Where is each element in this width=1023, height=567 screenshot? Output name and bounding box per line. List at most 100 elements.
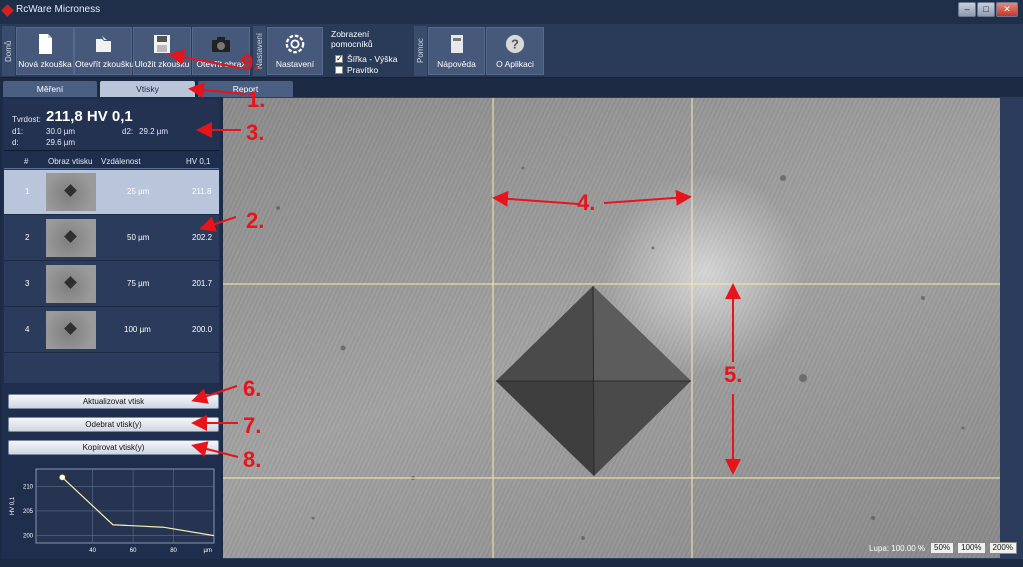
col-header-hv[interactable]: HV 0,1 [186, 157, 210, 166]
svg-text:?: ? [511, 37, 519, 52]
ruler-checkbox[interactable]: Pravítko [335, 64, 411, 75]
checkbox-unchecked-icon [335, 65, 343, 74]
col-header-image[interactable]: Obraz vtisku [48, 157, 92, 166]
hardness-chart-svg: 40 60 80 200 205 210 HV 0,1 µm [10, 468, 215, 554]
settings-label: Nastavení [275, 59, 315, 69]
save-disk-icon [154, 35, 170, 53]
save-test-label: Uložit zkoušku [134, 59, 190, 69]
row-hv: 211.8 [192, 187, 212, 196]
col-header-number[interactable]: # [24, 157, 28, 166]
ribbon-group-home[interactable]: Domů [2, 26, 15, 76]
new-test-label: Nová zkouška [18, 59, 72, 69]
chart-y-tick-label: 200 [23, 534, 34, 540]
window-title: RcWare Microness [16, 4, 101, 15]
width-height-label: Šířka - Výška [347, 53, 398, 64]
chart-selected-point [59, 474, 66, 481]
tab-indents[interactable]: Vtisky [100, 81, 195, 97]
open-test-button[interactable]: Otevřít zkoušku [74, 27, 135, 75]
row-number: 2 [25, 233, 30, 242]
hardness-value: 211,8 HV 0,1 [46, 108, 133, 125]
micrograph-overlay [223, 98, 1000, 558]
callout-5: 5. [724, 362, 743, 387]
new-document-icon [39, 34, 52, 54]
callout-8: 8. [243, 447, 262, 472]
indent-thumbnail [46, 219, 96, 257]
width-height-checkbox[interactable]: ✓ Šířka - Výška [335, 53, 411, 64]
row-number: 1 [25, 187, 30, 196]
helpers-title: Zobrazení pomocníků [331, 29, 373, 49]
indent-thumbnail [46, 265, 96, 303]
open-test-label: Otevřít zkoušku [75, 59, 135, 69]
row-distance: 25 µm [127, 187, 150, 196]
ribbon-group-help[interactable]: Pomoc [414, 26, 427, 76]
table-row[interactable]: 4 100 µm 200.0 [4, 308, 219, 353]
zoom-100-button[interactable]: 100% [957, 542, 986, 554]
hardness-summary: Tvrdost: 211,8 HV 0,1 d1: 30.0 µm d2: 29… [4, 99, 219, 151]
d-label: d: [12, 138, 19, 147]
minimize-button[interactable]: – [958, 2, 976, 17]
maximize-button[interactable]: □ [977, 2, 995, 17]
zoom-200-button[interactable]: 200% [988, 542, 1017, 554]
tab-measurement[interactable]: Měření [3, 81, 97, 97]
indent-thumbnail [46, 311, 96, 349]
zoom-bar: Lupa: 100.00 % 50% 100% 200% [869, 542, 1017, 554]
row-number: 3 [25, 279, 30, 288]
left-panel: Tvrdost: 211,8 HV 0,1 d1: 30.0 µm d2: 29… [2, 97, 221, 559]
callout-1: 1. [247, 87, 266, 112]
app-logo-icon [1, 4, 14, 17]
chart-x-unit-label: µm [204, 548, 212, 554]
micrograph-image[interactable] [223, 98, 1000, 558]
row-distance: 50 µm [127, 233, 150, 242]
callout-3: 3. [246, 120, 265, 145]
chart-x-tick-label: 40 [89, 548, 96, 554]
update-indent-button[interactable]: Aktualizovat vtisk [8, 394, 219, 409]
gear-icon [285, 34, 305, 54]
table-row[interactable]: 3 75 µm 201.7 [4, 262, 219, 307]
chart-x-tick-label: 80 [170, 548, 177, 554]
checkbox-checked-icon: ✓ [335, 53, 343, 63]
close-button[interactable]: ✕ [996, 2, 1018, 17]
row-distance: 100 µm [124, 325, 151, 334]
callout-4: 4. [577, 190, 596, 215]
vickers-indent [496, 285, 691, 477]
remove-indents-button[interactable]: Odebrat vtisk(y) [8, 417, 219, 432]
col-header-distance[interactable]: Vzdálenost [101, 157, 141, 166]
indents-table: # Obraz vtisku Vzdálenost HV 0,1 1 25 µm… [4, 155, 219, 383]
helpers-panel: Zobrazení pomocníků ✓ Šířka - Výška Prav… [325, 27, 411, 75]
zoom-level-label: Lupa: 100.00 % [869, 543, 926, 553]
about-label: O Aplikaci [496, 59, 534, 69]
main-tabs: Měření Vtisky Report [0, 78, 1023, 97]
table-row[interactable]: 2 50 µm 202.2 [4, 216, 219, 261]
copy-indents-button[interactable]: Kopírovat vtisk(y) [8, 440, 219, 455]
table-row[interactable]: 1 25 µm 211.8 [4, 170, 219, 215]
help-book-icon [450, 35, 463, 53]
help-button[interactable]: Nápověda [428, 27, 485, 75]
row-hv: 201.7 [192, 279, 213, 288]
d2-label: d2: [122, 127, 134, 136]
d2-value: 29.2 µm [139, 127, 169, 136]
settings-button[interactable]: Nastavení [267, 27, 323, 75]
image-viewer: Lupa: 100.00 % 50% 100% 200% [223, 97, 1023, 559]
callout-9: 9. [241, 50, 260, 75]
title-bar: RcWare Microness – □ ✕ [0, 0, 1023, 24]
table-header: # Obraz vtisku Vzdálenost HV 0,1 [4, 155, 219, 169]
row-hv: 202.2 [192, 233, 213, 242]
callout-6: 6. [243, 376, 262, 401]
open-folder-icon [96, 36, 111, 52]
chart-y-axis-label: HV 0,1 [10, 496, 16, 515]
callout-2: 2. [246, 208, 265, 233]
ribbon-toolbar: Domů Nová zkouška Otevřít zkoušku Uložit… [0, 24, 1023, 78]
hardness-label: Tvrdost: [12, 115, 41, 124]
indent-thumbnail [46, 173, 96, 211]
help-label: Nápověda [437, 59, 476, 69]
d1-value: 30.0 µm [46, 127, 76, 136]
save-test-button[interactable]: Uložit zkoušku [133, 27, 191, 75]
hardness-chart: 40 60 80 200 205 210 HV 0,1 µm [4, 463, 219, 557]
row-distance: 75 µm [127, 279, 150, 288]
question-mark-icon: ? [505, 34, 525, 54]
zoom-50-button[interactable]: 50% [930, 542, 955, 554]
tab-report[interactable]: Report [198, 81, 293, 97]
about-button[interactable]: ? O Aplikaci [486, 27, 544, 75]
ruler-label: Pravítko [347, 64, 379, 75]
new-test-button[interactable]: Nová zkouška [16, 27, 74, 75]
